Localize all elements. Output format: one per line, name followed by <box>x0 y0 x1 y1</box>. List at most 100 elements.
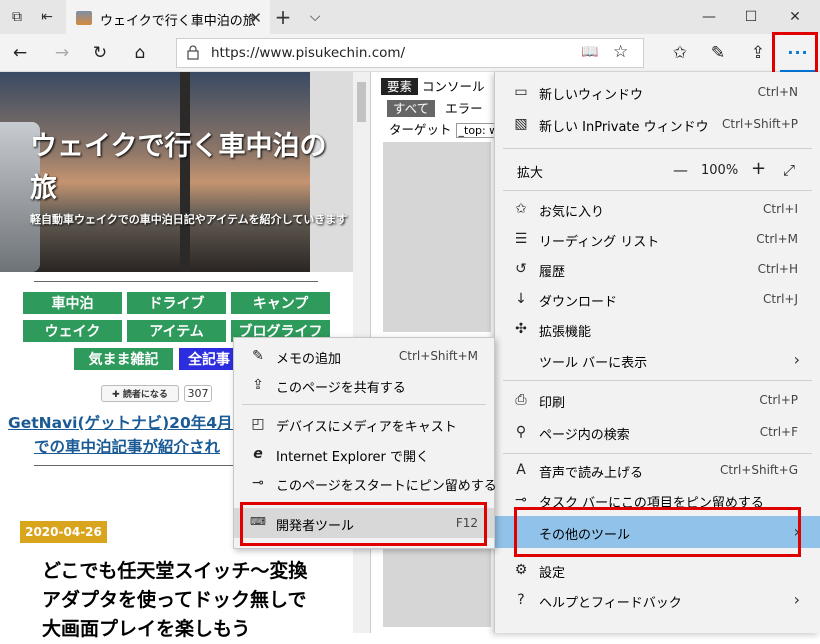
menu-show-in-toolbar[interactable]: ツール バーに表示 › <box>495 346 820 374</box>
favorites-hub-icon[interactable]: ✩ <box>668 42 692 64</box>
highlight-box-other-tools <box>514 507 801 557</box>
history-icon: ↺ <box>515 261 527 277</box>
inprivate-icon: ▧ <box>514 116 528 132</box>
extensions-icon: ✣ <box>515 321 527 337</box>
blog-title[interactable]: ウェイクで行く車中泊の旅 <box>30 126 350 210</box>
submenu-cast-media[interactable]: ◰ デバイスにメディアをキャスト <box>234 410 494 438</box>
category-zakki[interactable]: 気まま雑記 <box>74 348 173 370</box>
target-label: ターゲット <box>389 122 452 137</box>
favorite-star-icon[interactable]: ☆ <box>613 42 628 62</box>
tab-strip: ⧉ ⇤ ウェイクで行く車中泊の旅 ✕ + ⌵ — ☐ ✕ <box>0 0 820 34</box>
category-camp[interactable]: キャンプ <box>231 292 330 314</box>
tab-close-icon[interactable]: ✕ <box>249 9 262 27</box>
console-target: ターゲット _top: w <box>389 119 502 138</box>
post-date-badge: 2020-04-26 <box>20 521 107 543</box>
zoom-level: 100% <box>701 163 739 178</box>
reading-view-icon[interactable]: 📖 <box>581 44 598 60</box>
navigation-bar: ← → ↻ ⌂ https://www.pisukechin.com/ 📖 ☆ … <box>0 34 820 72</box>
tab-title: ウェイクで行く車中泊の旅 <box>100 14 256 29</box>
refresh-icon[interactable]: ↻ <box>88 42 112 64</box>
url-text: https://www.pisukechin.com/ <box>211 45 406 61</box>
blog-header: ウェイクで行く車中泊の旅 軽自動車ウェイクでの車中泊日記やアイテムを紹介していき… <box>0 72 353 272</box>
share-icon: ⇪ <box>252 377 264 393</box>
favorites-icon: ✩ <box>515 201 527 217</box>
submenu-open-ie[interactable]: e Internet Explorer で開く <box>234 440 494 468</box>
search-icon: ⚲ <box>515 424 527 440</box>
devtools-placeholder <box>383 142 491 332</box>
pen-icon: ✎ <box>252 348 264 364</box>
maximize-button[interactable]: ☐ <box>740 6 762 28</box>
highlight-box-devtools <box>240 502 487 546</box>
submenu-add-note[interactable]: ✎ メモの追加 Ctrl+Shift+M <box>234 342 494 370</box>
menu-separator <box>503 453 812 454</box>
devtools-tab-elements[interactable]: 要素 <box>381 78 419 95</box>
chevron-right-icon: › <box>793 350 800 369</box>
back-icon[interactable]: ← <box>8 42 32 64</box>
menu-separator <box>503 380 812 381</box>
menu-print[interactable]: ⎙ 印刷 Ctrl+P <box>495 386 820 414</box>
post-title[interactable]: どこでも任天堂スイッチ〜変換アダプタを使ってドック無しで大画面プレイを楽しもう <box>42 557 322 644</box>
menu-new-inprivate[interactable]: ▧ 新しい InPrivate ウィンドウ Ctrl+Shift+P <box>495 110 820 138</box>
menu-find-on-page[interactable]: ⚲ ページ内の検索 Ctrl+F <box>495 418 820 446</box>
tab-list-button[interactable]: ⌵ <box>304 6 326 28</box>
home-icon[interactable]: ⌂ <box>128 42 152 64</box>
menu-extensions[interactable]: ✣ 拡張機能 <box>495 315 820 343</box>
tab-active[interactable]: ウェイクで行く車中泊の旅 ✕ <box>66 0 270 34</box>
download-icon: ↓ <box>515 291 527 307</box>
pin-icon: ⊸ <box>252 475 264 491</box>
divider <box>34 281 318 282</box>
devtools-tabs: 要素 コンソール <box>381 76 485 95</box>
lock-icon <box>187 45 199 60</box>
blog-description: 軽自動車ウェイクでの車中泊日記やアイテムを紹介していきます <box>30 213 348 226</box>
fullscreen-icon[interactable]: ⤢ <box>783 161 795 179</box>
window-icon: ▭ <box>514 84 528 100</box>
console-filters: すべて エラー <box>387 98 483 117</box>
menu-separator <box>503 148 812 149</box>
read-aloud-icon: A <box>516 462 526 478</box>
window-close-button[interactable]: ✕ <box>784 6 806 28</box>
follower-count: 307 <box>184 385 212 402</box>
submenu-pin-start[interactable]: ⊸ このページをスタートにピン留めする <box>234 469 497 497</box>
featured-link-line1[interactable]: GetNavi(ゲットナビ)20年4月号 <box>8 411 248 433</box>
web-note-icon[interactable]: ✎ <box>706 42 730 64</box>
category-wake[interactable]: ウェイク <box>23 320 122 342</box>
menu-downloads[interactable]: ↓ ダウンロード Ctrl+J <box>495 285 820 313</box>
devtools-placeholder <box>383 547 491 627</box>
filter-error[interactable]: エラー <box>445 101 483 116</box>
submenu-share[interactable]: ⇪ このページを共有する <box>234 371 494 399</box>
category-shachuhaku[interactable]: 車中泊 <box>23 292 122 314</box>
cast-icon: ◰ <box>251 416 265 432</box>
featured-link-line2[interactable]: での車中泊記事が紹介され <box>34 435 220 457</box>
menu-new-window[interactable]: ▭ 新しいウィンドウ Ctrl+N <box>495 78 820 106</box>
category-all[interactable]: 全記事 <box>179 348 239 370</box>
print-icon: ⎙ <box>515 392 527 408</box>
zoom-out-button[interactable]: — <box>673 161 688 179</box>
menu-reading-list[interactable]: ☰ リーディング リスト Ctrl+M <box>495 225 820 253</box>
menu-separator <box>242 404 486 405</box>
pin-icon: ⊸ <box>515 492 527 508</box>
menu-help-feedback[interactable]: ? ヘルプとフィードバック › <box>495 586 820 614</box>
tab-preview-icon[interactable]: ⇤ <box>36 6 58 28</box>
menu-favorites[interactable]: ✩ お気に入り Ctrl+I <box>495 195 820 223</box>
category-item[interactable]: アイテム <box>127 320 226 342</box>
menu-read-aloud[interactable]: A 音声で読み上げる Ctrl+Shift+G <box>495 456 820 484</box>
tab-actions-icon[interactable]: ⧉ <box>6 6 28 28</box>
scrollbar-thumb[interactable] <box>357 82 366 122</box>
help-icon: ? <box>517 592 525 608</box>
minimize-button[interactable]: — <box>698 6 720 28</box>
new-tab-button[interactable]: + <box>272 5 294 29</box>
forward-icon[interactable]: → <box>50 42 74 64</box>
menu-history[interactable]: ↺ 履歴 Ctrl+H <box>495 255 820 283</box>
zoom-in-button[interactable]: + <box>751 158 766 179</box>
address-bar[interactable]: https://www.pisukechin.com/ 📖 ☆ <box>176 38 644 68</box>
category-drive[interactable]: ドライブ <box>127 292 226 314</box>
menu-zoom: 拡大 — 100% + ⤢ <box>517 158 796 181</box>
menu-settings[interactable]: ⚙ 設定 <box>495 556 820 584</box>
devtools-tab-console[interactable]: コンソール <box>422 79 485 94</box>
menu-separator <box>503 190 812 191</box>
filter-all[interactable]: すべて <box>387 100 436 117</box>
chevron-right-icon: › <box>793 590 800 609</box>
ie-icon: e <box>253 446 263 462</box>
share-icon[interactable]: ⇪ <box>746 42 770 64</box>
follow-button[interactable]: ✚ 読者になる <box>101 385 179 402</box>
